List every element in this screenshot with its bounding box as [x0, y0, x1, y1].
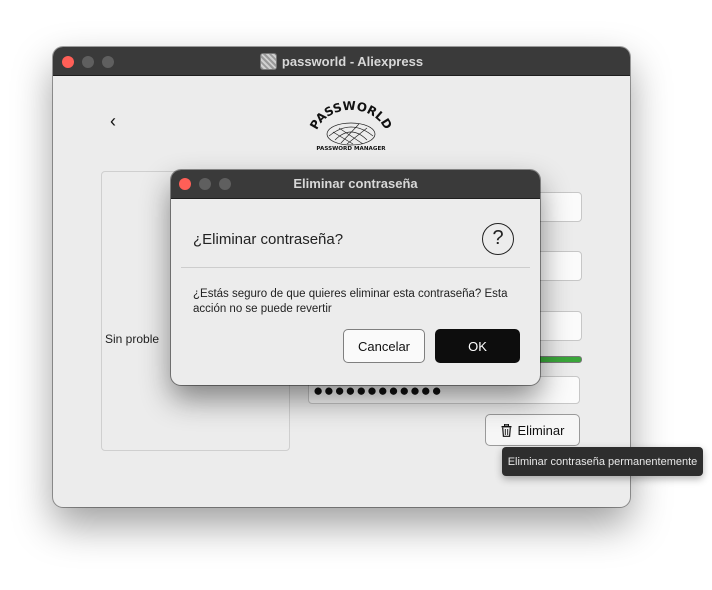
- dialog-heading: ¿Eliminar contraseña?: [193, 231, 344, 248]
- dialog-message: ¿Estás seguro de que quieres eliminar es…: [193, 288, 508, 315]
- trash-icon: [501, 423, 512, 437]
- delete-button-label: Eliminar: [517, 422, 565, 438]
- question-icon: ?: [482, 223, 514, 255]
- window-titlebar[interactable]: passworld - Aliexpress: [53, 47, 630, 76]
- window-title: passworld - Aliexpress: [281, 53, 424, 69]
- cancel-button[interactable]: Cancelar: [343, 329, 425, 363]
- dialog-title: Eliminar contraseña: [293, 176, 418, 191]
- app-icon: [259, 52, 277, 70]
- window-title-group: passworld - Aliexpress: [53, 47, 630, 75]
- delete-password-button[interactable]: Eliminar: [485, 414, 580, 446]
- passworld-logo: PASSWORLD PASSWORD MANAGER: [307, 100, 395, 152]
- health-status-text: Sin proble: [105, 332, 160, 346]
- logo-tagline: PASSWORD MANAGER: [316, 146, 386, 152]
- ok-button[interactable]: OK: [435, 329, 520, 363]
- delete-confirmation-dialog: Eliminar contraseña ¿Eliminar contraseña…: [171, 170, 540, 385]
- back-button[interactable]: ‹: [103, 109, 123, 133]
- dialog-titlebar[interactable]: Eliminar contraseña: [171, 170, 540, 199]
- dialog-divider: [181, 267, 530, 268]
- delete-tooltip: Eliminar contraseña permanentemente: [502, 447, 703, 476]
